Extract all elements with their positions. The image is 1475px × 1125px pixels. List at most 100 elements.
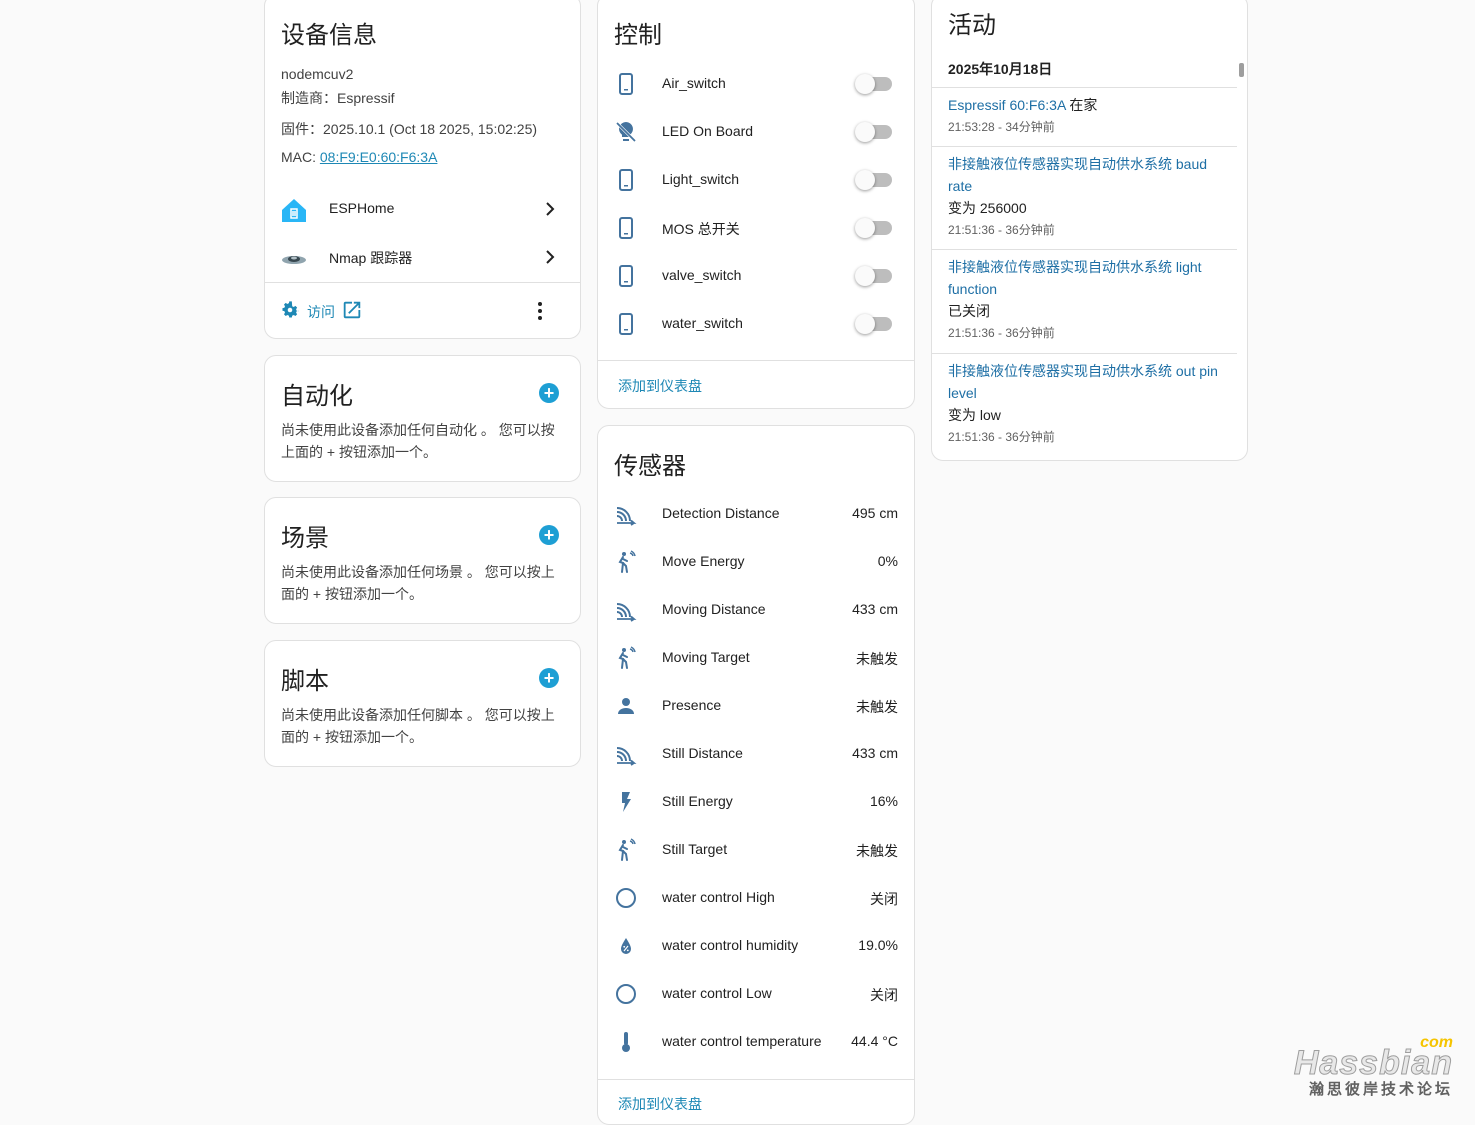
activity-time: 21:51:36 - 36分钟前 — [948, 430, 1055, 444]
control-label: Light_switch — [662, 171, 740, 187]
motion-sensor-icon — [614, 550, 638, 574]
toggle-knob — [855, 122, 875, 142]
activity-entity-link[interactable]: 非接触液位传感器实现自动供水系统 light function — [948, 259, 1202, 297]
control-label: MOS 总开关 — [662, 221, 740, 237]
control-toggle[interactable] — [855, 74, 892, 94]
sensor-label: water control High — [662, 889, 775, 905]
control-row[interactable]: valve_switch — [598, 252, 914, 300]
chevron-right-icon — [544, 199, 556, 224]
integration-nmap[interactable]: Nmap 跟踪器 — [265, 233, 580, 281]
controls-title: 控制 — [614, 21, 662, 49]
more-vert-icon[interactable] — [530, 299, 550, 328]
sensor-value: 关闭 — [870, 891, 898, 907]
sensor-value: 433 cm — [852, 745, 898, 761]
automation-card: 自动化 + 尚未使用此设备添加任何自动化 。 您可以按上面的 + 按钮添加一个。 — [264, 355, 581, 482]
scenes-title: 场景 — [281, 524, 329, 552]
nmap-icon — [281, 245, 306, 269]
activity-entry: 非接触液位传感器实现自动供水系统 baud rate 变为 256000 21:51… — [948, 153, 1227, 241]
toggle-knob — [855, 170, 875, 190]
sensor-label: Move Energy — [662, 553, 745, 569]
sensor-row[interactable]: Detection Distance 495 cm — [598, 490, 914, 538]
sensor-value: 未触发 — [856, 843, 898, 859]
activity-entity-link[interactable]: 非接触液位传感器实现自动供水系统 out pin level — [948, 363, 1218, 401]
lightbulb-off-icon — [614, 120, 638, 144]
activity-entry: Espressif 60:F6:3A 在家 21:53:28 - 34分钟前 — [948, 94, 1227, 138]
activity-card: 活动 2025年10月18日 Espressif 60:F6:3A 在家 21:5… — [931, 0, 1248, 461]
control-row[interactable]: water_switch — [598, 300, 914, 348]
sensor-row[interactable]: water control humidity 19.0% — [598, 922, 914, 970]
add-script-button[interactable]: + — [539, 668, 559, 688]
phone-icon — [614, 264, 638, 288]
sensor-label: Presence — [662, 697, 722, 713]
watermark: com Hassbian 瀚思彼岸技术论坛 — [1293, 1034, 1453, 1099]
sensor-value: 44.4 °C — [851, 1033, 898, 1049]
device-info-card: 设备信息 nodemcuv2 制造商：Espressif 固件：2025.10.… — [264, 0, 581, 339]
phone-icon — [614, 72, 638, 96]
gear-icon — [279, 299, 301, 326]
sensor-row[interactable]: Still Target 未触发 — [598, 826, 914, 874]
activity-state: 变为 low — [948, 407, 1001, 423]
sensor-row[interactable]: water control High 关闭 — [598, 874, 914, 922]
control-toggle[interactable] — [855, 218, 892, 238]
sensor-value: 19.0% — [858, 937, 898, 953]
water-percent-icon — [614, 934, 638, 958]
device-mac: MAC: 08:F9:E0:60:F6:3A — [281, 149, 437, 165]
sensor-row[interactable]: Moving Distance 433 cm — [598, 586, 914, 634]
sensor-value: 16% — [869, 793, 898, 809]
control-toggle[interactable] — [855, 314, 892, 334]
integration-esphome[interactable]: ESPHome — [265, 185, 580, 233]
sensor-label: water control Low — [662, 985, 772, 1001]
phone-icon — [614, 216, 638, 240]
automation-desc: 尚未使用此设备添加任何自动化 。 您可以按上面的 + 按钮添加一个。 — [281, 422, 555, 460]
activity-entity-link[interactable]: 非接触液位传感器实现自动供水系统 baud rate — [948, 156, 1207, 194]
control-row[interactable]: LED On Board — [598, 108, 914, 156]
watermark-tld: com — [1420, 1034, 1453, 1051]
add-scene-button[interactable]: + — [539, 525, 559, 545]
activity-scrollbar[interactable] — [1239, 55, 1244, 455]
motion-sensor-icon — [614, 838, 638, 862]
add-automation-button[interactable]: + — [539, 383, 559, 403]
signal-distance-icon — [614, 742, 638, 766]
control-label: Air_switch — [662, 75, 726, 91]
control-row[interactable]: Air_switch — [598, 60, 914, 108]
scripts-desc: 尚未使用此设备添加任何脚本 。 您可以按上面的 + 按钮添加一个。 — [281, 707, 555, 745]
sensor-row[interactable]: Still Distance 433 cm — [598, 730, 914, 778]
activity-entry: 非接触液位传感器实现自动供水系统 out pin level 变为 low 21:5… — [948, 360, 1227, 448]
circle-outline-icon — [614, 886, 638, 910]
circle-outline-icon — [614, 982, 638, 1006]
mac-link[interactable]: 08:F9:E0:60:F6:3A — [320, 149, 438, 165]
add-to-dashboard-button[interactable]: 添加到仪表盘 — [618, 376, 702, 396]
sensor-value: 0% — [877, 553, 898, 569]
control-toggle[interactable] — [855, 266, 892, 286]
toggle-knob — [855, 218, 875, 238]
sensors-title: 传感器 — [614, 452, 686, 480]
control-toggle[interactable] — [855, 122, 892, 142]
sensor-row[interactable]: water control temperature 44.4 °C — [598, 1018, 914, 1066]
sensor-label: Detection Distance — [662, 505, 780, 521]
activity-suffix: 在家 — [1065, 97, 1098, 113]
sensor-value: 495 cm — [852, 505, 898, 521]
integration-label: ESPHome — [329, 200, 395, 216]
control-toggle[interactable] — [855, 170, 892, 190]
toggle-knob — [855, 266, 875, 286]
add-to-dashboard-button[interactable]: 添加到仪表盘 — [618, 1094, 702, 1114]
sensor-row[interactable]: Moving Target 未触发 — [598, 634, 914, 682]
phone-icon — [614, 312, 638, 336]
scripts-card: 脚本 + 尚未使用此设备添加任何脚本 。 您可以按上面的 + 按钮添加一个。 — [264, 640, 581, 767]
control-label: LED On Board — [662, 123, 754, 139]
scripts-title: 脚本 — [281, 667, 329, 695]
activity-entity-link[interactable]: Espressif 60:F6:3A — [948, 97, 1066, 113]
sensor-row[interactable]: Still Energy 16% — [598, 778, 914, 826]
sensor-value: 关闭 — [870, 987, 898, 1003]
sensor-row[interactable]: water control Low 关闭 — [598, 970, 914, 1018]
sensor-row[interactable]: Presence 未触发 — [598, 682, 914, 730]
activity-time: 21:51:36 - 36分钟前 — [948, 326, 1055, 340]
chevron-right-icon — [544, 247, 556, 272]
activity-time: 21:51:36 - 36分钟前 — [948, 223, 1055, 237]
sensor-row[interactable]: Move Energy 0% — [598, 538, 914, 586]
controls-card: 控制 Air_switch LED On Board Light_switch MOS… — [597, 0, 915, 409]
sensor-value: 433 cm — [852, 601, 898, 617]
control-row[interactable]: Light_switch — [598, 156, 914, 204]
integration-label: Nmap 跟踪器 — [329, 250, 413, 266]
control-row[interactable]: MOS 总开关 — [598, 204, 914, 252]
